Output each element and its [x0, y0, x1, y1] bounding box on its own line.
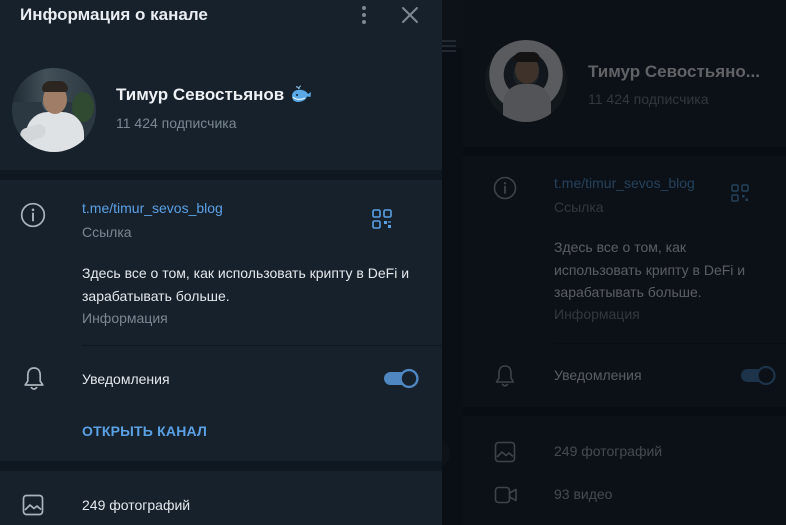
modal-title: Информация о канале — [20, 5, 208, 24]
close-icon[interactable] — [399, 4, 421, 26]
channel-description: Здесь все о том, как использовать крипту… — [82, 265, 410, 304]
app-window: Тимур Севостьяно... 11 424 подписчика t.… — [0, 0, 786, 525]
open-channel-button[interactable]: ОТКРЫТЬ КАНАЛ — [82, 423, 207, 439]
channel-name: Тимур Севостьянов — [116, 85, 285, 104]
subscriber-count: 11 424 подписчика — [116, 115, 237, 131]
photos-count[interactable]: 249 фотографий — [82, 497, 190, 513]
section-separator — [0, 170, 442, 180]
notifications-toggle[interactable] — [383, 367, 419, 389]
channel-name-row: Тимур Севостьянов — [116, 85, 312, 105]
avatar[interactable] — [12, 68, 96, 152]
photo-icon — [22, 494, 44, 516]
channel-info-modal: Информация о канале Тимур Севостьянов 11… — [0, 0, 442, 525]
divider — [82, 345, 442, 346]
notifications-label: Уведомления — [82, 371, 170, 387]
more-options-icon[interactable] — [353, 2, 375, 28]
whale-icon — [292, 85, 312, 102]
info-icon — [20, 202, 46, 228]
link-caption: Ссылка — [82, 224, 132, 240]
channel-link[interactable]: t.me/timur_sevos_blog — [82, 200, 223, 216]
description-caption: Информация — [82, 310, 168, 326]
bell-icon — [24, 367, 44, 390]
section-separator — [0, 461, 442, 471]
qr-code-icon[interactable] — [372, 209, 392, 229]
